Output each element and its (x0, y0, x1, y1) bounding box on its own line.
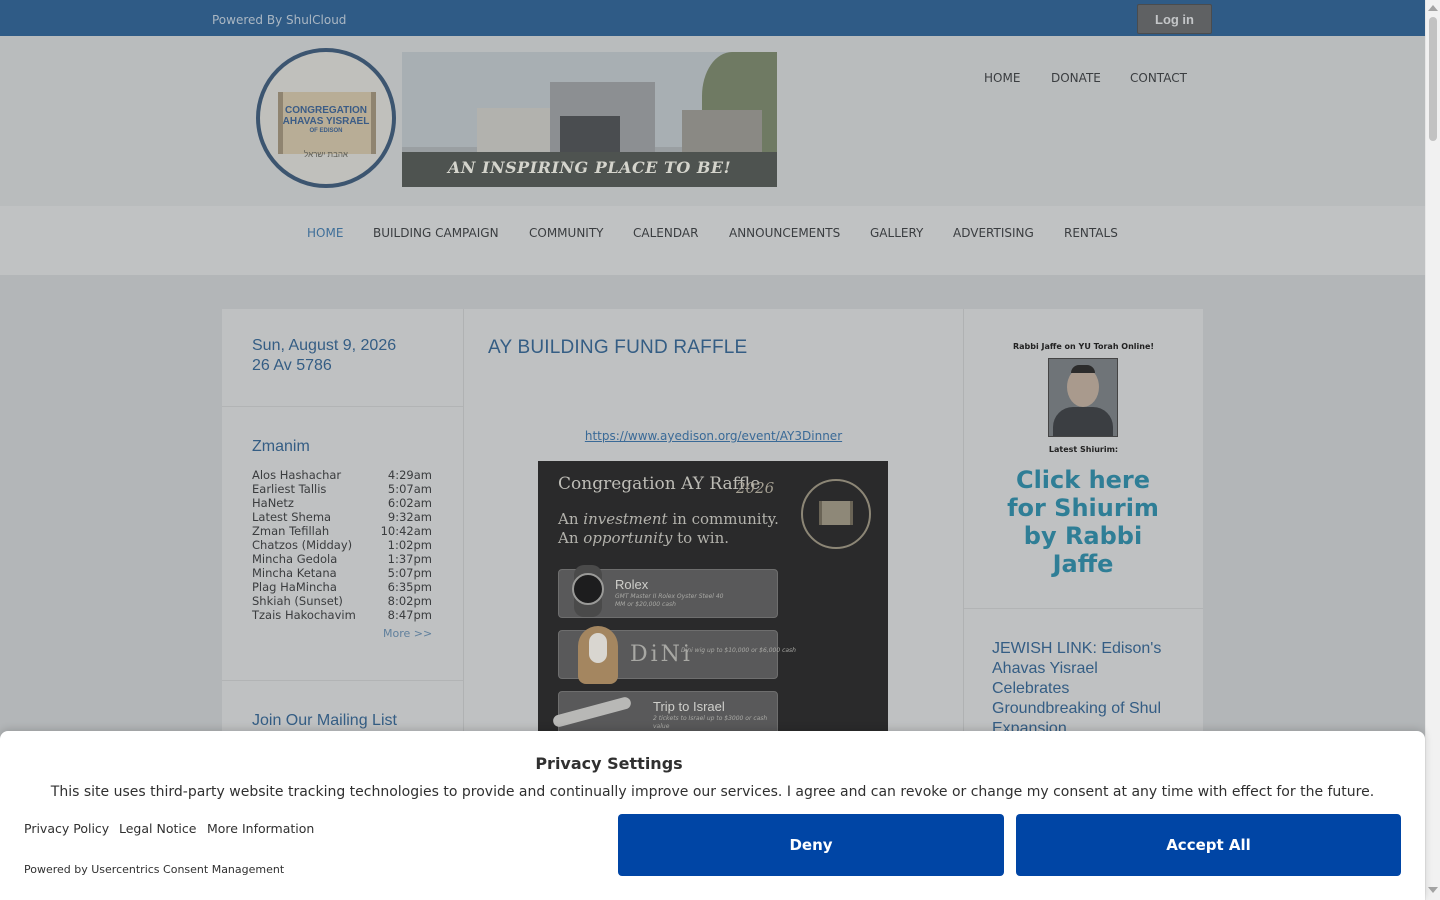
utility-nav-donate[interactable]: DONATE (1051, 71, 1101, 85)
zman-time: 8:02pm (387, 594, 432, 608)
nav-announcements[interactable]: ANNOUNCEMENTS (729, 226, 840, 240)
login-button[interactable]: Log in (1137, 4, 1212, 34)
flyer-subtitle: An investment in community. (558, 510, 779, 528)
raffle-event-link[interactable]: https://www.ayedison.org/event/AY3Dinner (464, 429, 963, 443)
rabbi-suit (1053, 407, 1113, 436)
rabbi-face (1067, 367, 1099, 407)
zman-time: 10:42am (380, 524, 432, 538)
zmanim-row: Zman Tefillah 10:42am (252, 524, 432, 538)
zmanim-title: Zmanim (252, 438, 310, 455)
utility-nav-home[interactable]: HOME (984, 71, 1020, 85)
zman-time: 4:29am (387, 468, 432, 482)
zmanim-row: Plag HaMincha 6:35pm (252, 580, 432, 594)
deny-button[interactable]: Deny (618, 814, 1004, 876)
prize-name: Rolex (615, 577, 649, 592)
mailing-list-title: Join Our Mailing List (252, 712, 397, 729)
zmanim-row: Tzais Hakochavim 8:47pm (252, 608, 432, 622)
logo-text-line2: AHAVAS YISRAEL (282, 116, 370, 127)
flyer-subtitle: An opportunity to win. (558, 529, 730, 547)
zman-name: Mincha Ketana (252, 566, 337, 580)
zman-time: 1:37pm (387, 552, 432, 566)
zmanim-row: Mincha Gedola 1:37pm (252, 552, 432, 566)
dini-logo: DiNi (630, 642, 693, 667)
latest-shiurim-label: Latest Shiurim: (1048, 445, 1119, 454)
watch-face-icon (572, 573, 604, 605)
nav-calendar[interactable]: CALENDAR (633, 226, 698, 240)
header-banner-image: AN INSPIRING PLACE TO BE! (402, 52, 777, 187)
legal-notice-link[interactable]: Legal Notice (119, 821, 196, 836)
jewish-link-article-title[interactable]: JEWISH LINK: Edison's Ahavas Yisrael Cel… (992, 639, 1176, 739)
nav-rentals[interactable]: RENTALS (1064, 226, 1118, 240)
consent-description: This site uses third-party website track… (50, 784, 1375, 800)
zmanim-row: Chatzos (Midday) 1:02pm (252, 538, 432, 552)
main-navigation (0, 206, 1425, 275)
kippah-icon (1071, 365, 1095, 373)
zman-name: Zman Tefillah (252, 524, 330, 538)
page-title: AY BUILDING FUND RAFFLE (488, 337, 748, 358)
utility-nav-contact[interactable]: CONTACT (1130, 71, 1187, 85)
privacy-policy-link[interactable]: Privacy Policy (24, 821, 109, 836)
nav-building-campaign[interactable]: BUILDING CAMPAIGN (373, 226, 499, 240)
zman-name: Shkiah (Sunset) (252, 594, 343, 608)
zman-time: 6:02am (387, 496, 432, 510)
zman-time: 8:47pm (387, 608, 432, 622)
zman-name: Mincha Gedola (252, 552, 338, 566)
logo-text-line3: OF EDISON (309, 128, 343, 134)
zman-time: 9:32am (387, 510, 432, 524)
zman-time: 5:07pm (387, 566, 432, 580)
divider (222, 406, 463, 407)
shiurim-link[interactable]: Click here for Shiurim by Rabbi Jaffe (994, 466, 1172, 578)
gregorian-date: Sun, August 9, 2026 (252, 337, 397, 354)
more-information-link[interactable]: More Information (207, 821, 314, 836)
nav-community[interactable]: COMMUNITY (529, 226, 604, 240)
prize-description: GMT Master II Rolex Oyster Steel 40 MM o… (615, 593, 724, 608)
zman-name: Earliest Tallis (252, 482, 327, 496)
zman-name: Latest Shema (252, 510, 332, 524)
flyer-year: 2026 (736, 479, 775, 497)
powered-by-text[interactable]: Powered By ShulCloud (212, 13, 346, 27)
accept-all-button[interactable]: Accept All (1016, 814, 1401, 876)
nav-gallery[interactable]: GALLERY (870, 226, 923, 240)
zmanim-row: Shkiah (Sunset) 8:02pm (252, 594, 432, 608)
zmanim-row: Mincha Ketana 5:07pm (252, 566, 432, 580)
banner-tagline: AN INSPIRING PLACE TO BE! (447, 158, 732, 177)
zman-name: Chatzos (Midday) (252, 538, 353, 552)
zman-time: 6:35pm (387, 580, 432, 594)
zmanim-more-link[interactable]: More >> (383, 627, 432, 640)
zman-name: HaNetz (252, 496, 294, 510)
scrollbar-thumb[interactable] (1429, 17, 1437, 141)
zman-time: 1:02pm (387, 538, 432, 552)
logo-hebrew-text: אהבת ישראל (304, 150, 348, 159)
consent-powered-by: Powered by Usercentrics Consent Manageme… (24, 863, 285, 876)
scroll-up-arrow-icon[interactable] (1428, 5, 1438, 11)
zmanim-row: Latest Shema 9:32am (252, 510, 432, 524)
zmanim-row: HaNetz 6:02am (252, 496, 432, 510)
zman-name: Plag HaMincha (252, 580, 337, 594)
mannequin-face-icon (589, 633, 607, 663)
nav-advertising[interactable]: ADVERTISING (953, 226, 1034, 240)
nav-home[interactable]: HOME (307, 226, 343, 240)
flyer-title: Congregation AY Raffle (558, 474, 761, 494)
seal-scroll-icon (819, 501, 853, 525)
divider (222, 680, 463, 681)
prize-description: 2 tickets to Israel up to $3000 or cash … (653, 715, 768, 730)
zman-name: Alos Hashachar (252, 468, 342, 482)
logo-text-line1: CONGREGATION (284, 105, 368, 116)
rabbi-photo[interactable] (1048, 358, 1118, 437)
prize-name: Trip to Israel (653, 699, 725, 714)
consent-title: Privacy Settings (535, 754, 683, 773)
zman-name: Tzais Hakochavim (252, 608, 356, 622)
zman-time: 5:07am (387, 482, 432, 496)
hebrew-date: 26 Av 5786 (252, 357, 332, 374)
raffle-flyer-image[interactable]: Congregation AY Raffle 2026 An investmen… (538, 461, 888, 731)
zmanim-row: Earliest Tallis 5:07am (252, 482, 432, 496)
divider (964, 608, 1203, 609)
scroll-down-arrow-icon[interactable] (1428, 887, 1438, 893)
zmanim-row: Alos Hashachar 4:29am (252, 468, 432, 482)
prize-description: Dini wig up to $10,000 or $6,000 cash (681, 647, 796, 654)
yu-torah-heading: Rabbi Jaffe on YU Torah Online! (1012, 342, 1155, 351)
